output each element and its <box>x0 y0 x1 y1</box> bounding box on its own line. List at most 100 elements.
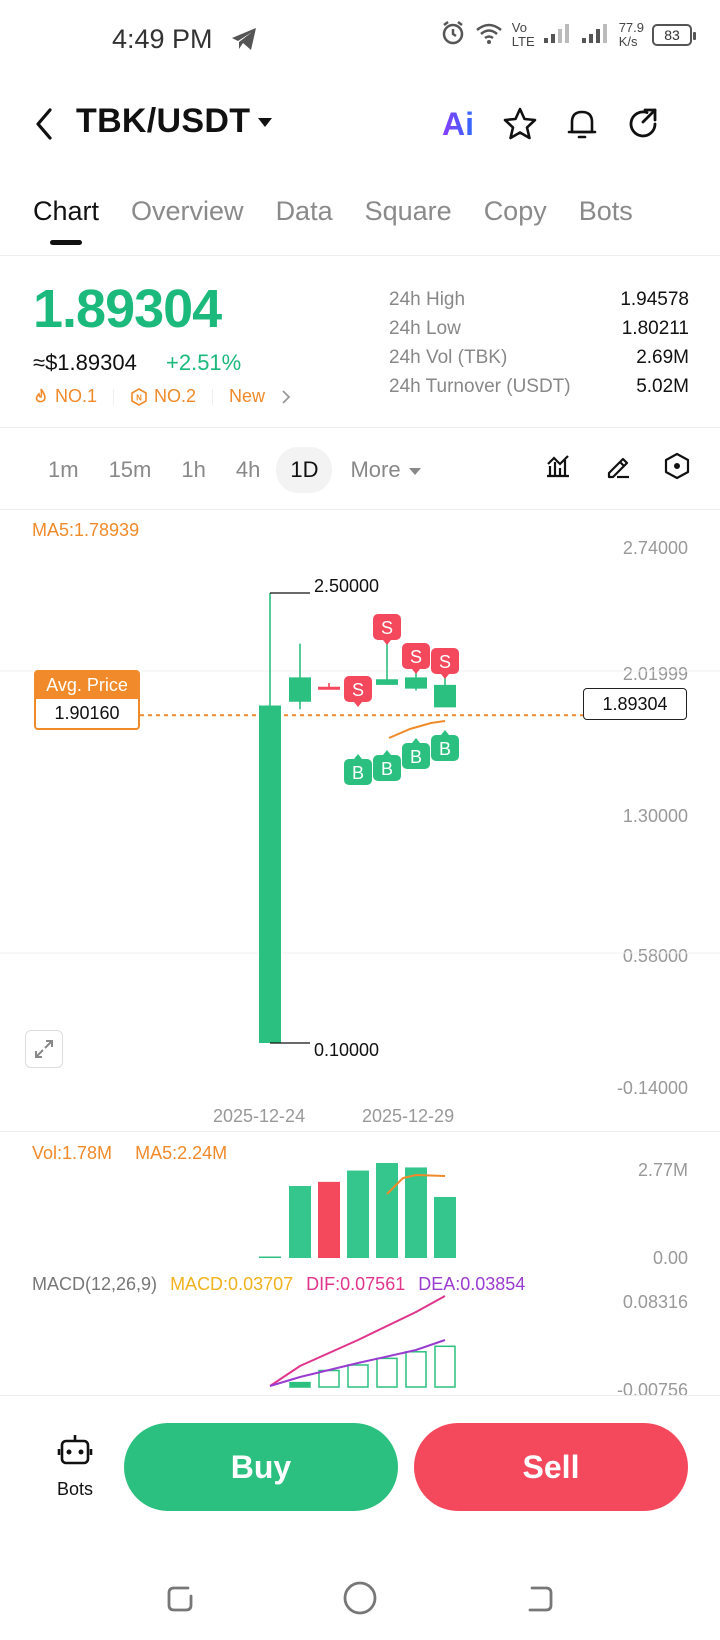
network-type: Vo LTE <box>512 20 535 49</box>
divider <box>0 255 720 256</box>
macd-histogram-bar <box>434 1345 456 1388</box>
tab-square[interactable]: Square <box>365 196 452 227</box>
sell-marker-label: S <box>352 680 364 700</box>
macd-histogram-bar <box>318 1369 340 1388</box>
signal-icon <box>543 22 573 47</box>
buy-marker-pointer <box>441 730 449 735</box>
sell-marker <box>373 614 401 640</box>
macd-axis-label: 0.08316 <box>622 1292 688 1312</box>
tab-bar: Chart Overview Data Square Copy Bots <box>33 196 665 227</box>
battery-icon: 83 <box>652 23 696 46</box>
stat-value: 2.69M <box>636 347 689 368</box>
recents-icon[interactable] <box>164 1582 198 1616</box>
buy-marker <box>402 743 430 769</box>
system-nav-bar <box>0 1560 720 1640</box>
buy-marker-pointer <box>412 738 420 743</box>
robot-icon <box>57 1435 93 1465</box>
candlestick-chart: SSS SB BB B <box>0 592 720 1388</box>
sell-marker <box>344 676 372 702</box>
y-axis-label: 1.30000 <box>622 806 688 826</box>
interval-1d[interactable]: 1D <box>276 447 333 493</box>
buy-marker <box>431 735 459 761</box>
y-axis-label: 2.74000 <box>622 538 688 558</box>
price-change: +2.51% <box>166 350 242 375</box>
tab-data[interactable]: Data <box>276 196 333 227</box>
dif-value: DIF:0.07561 <box>306 1274 406 1294</box>
divider <box>0 1131 720 1132</box>
flame-icon <box>35 388 46 402</box>
draw-pencil-icon[interactable] <box>604 452 632 485</box>
dea-line <box>269 1339 446 1387</box>
candle-body <box>318 686 340 690</box>
rank-badge-new[interactable]: New <box>229 386 293 407</box>
home-icon[interactable] <box>342 1580 378 1616</box>
ma5-line <box>388 720 446 739</box>
buy-marker-pointer <box>383 750 391 755</box>
stat-value: 1.94578 <box>620 289 689 310</box>
buy-marker-label: B <box>410 747 422 767</box>
rank-badge-2-label: NO.2 <box>154 386 197 406</box>
stat-label: 24h Turnover (USDT) <box>389 376 571 397</box>
macd-value: MACD:0.03707 <box>170 1274 294 1294</box>
y-axis-label: -0.14000 <box>616 1078 688 1098</box>
interval-4h[interactable]: 4h <box>236 457 260 483</box>
volume-ma5-line <box>386 1173 446 1195</box>
status-right: Vo LTE 77.9 K/s 83 <box>440 20 696 49</box>
macd-histogram-bar <box>347 1364 369 1388</box>
pair-dropdown-caret-icon[interactable] <box>258 118 272 127</box>
bots-button[interactable]: Bots <box>40 1432 110 1500</box>
macd-params: MACD(12,26,9) <box>32 1274 158 1294</box>
current-price-tag: 1.89304 <box>583 688 687 720</box>
tab-overview[interactable]: Overview <box>131 196 244 227</box>
stat-row-vol: 24h Vol (TBK) 2.69M <box>389 347 689 376</box>
stat-label: 24h Vol (TBK) <box>389 347 508 368</box>
interval-1m[interactable]: 1m <box>48 457 79 483</box>
buy-marker <box>373 755 401 781</box>
indicators-icon[interactable] <box>544 452 572 485</box>
tab-bots[interactable]: Bots <box>579 196 633 227</box>
ai-icon[interactable]: Ai <box>438 104 478 144</box>
macd-histogram-bar <box>289 1381 311 1388</box>
sell-marker-label: S <box>381 618 393 638</box>
volume-bar <box>434 1196 456 1258</box>
ma5-label: MA5:1.78939 <box>32 520 140 540</box>
sell-marker-pointer <box>354 702 362 707</box>
rank-badge-new-listing[interactable]: N NO.2 <box>130 386 196 407</box>
tab-copy[interactable]: Copy <box>484 196 547 227</box>
settings-hexagon-icon[interactable] <box>663 452 691 485</box>
rank-badge-hot[interactable]: NO.1 <box>33 386 97 407</box>
svg-text:N: N <box>136 393 142 402</box>
interval-15m[interactable]: 15m <box>109 457 152 483</box>
bell-icon[interactable] <box>562 104 602 144</box>
high-marker-label: 2.50000 <box>314 576 380 596</box>
back-arrow-icon[interactable] <box>30 104 60 144</box>
sell-button[interactable]: Sell <box>414 1423 688 1511</box>
y-axis-label: 2.01999 <box>622 664 688 684</box>
buy-marker-label: B <box>352 763 364 783</box>
volume-bar <box>347 1170 369 1258</box>
buy-marker-label: B <box>381 759 393 779</box>
pair-title[interactable]: TBK/USDT <box>76 102 250 141</box>
interval-more[interactable]: More <box>350 457 421 483</box>
volume-label: Vol:1.78M <box>32 1143 113 1163</box>
expand-chart-icon[interactable] <box>25 1030 63 1068</box>
low-marker-label: 0.10000 <box>314 1040 380 1060</box>
sell-marker-pointer <box>383 640 391 645</box>
app-header: TBK/USDT Ai <box>0 90 720 160</box>
badge-divider <box>113 388 115 405</box>
usd-price: ≈$1.89304 <box>33 350 137 375</box>
tab-chart[interactable]: Chart <box>33 196 99 227</box>
buy-button[interactable]: Buy <box>124 1423 398 1511</box>
dea-value: DEA:0.03854 <box>418 1274 526 1294</box>
stat-value: 1.80211 <box>621 318 689 339</box>
divider <box>0 427 720 428</box>
share-icon[interactable] <box>623 104 663 144</box>
alarm-icon <box>440 20 466 49</box>
signal-icon-2 <box>581 22 611 47</box>
volume-header: Vol:1.78M MA5:2.24M <box>32 1143 245 1164</box>
star-icon[interactable] <box>500 104 540 144</box>
interval-1h[interactable]: 1h <box>181 457 205 483</box>
avg-price-title: Avg. Price <box>36 672 138 699</box>
candle-body <box>376 679 398 685</box>
back-nav-icon[interactable] <box>522 1582 556 1616</box>
